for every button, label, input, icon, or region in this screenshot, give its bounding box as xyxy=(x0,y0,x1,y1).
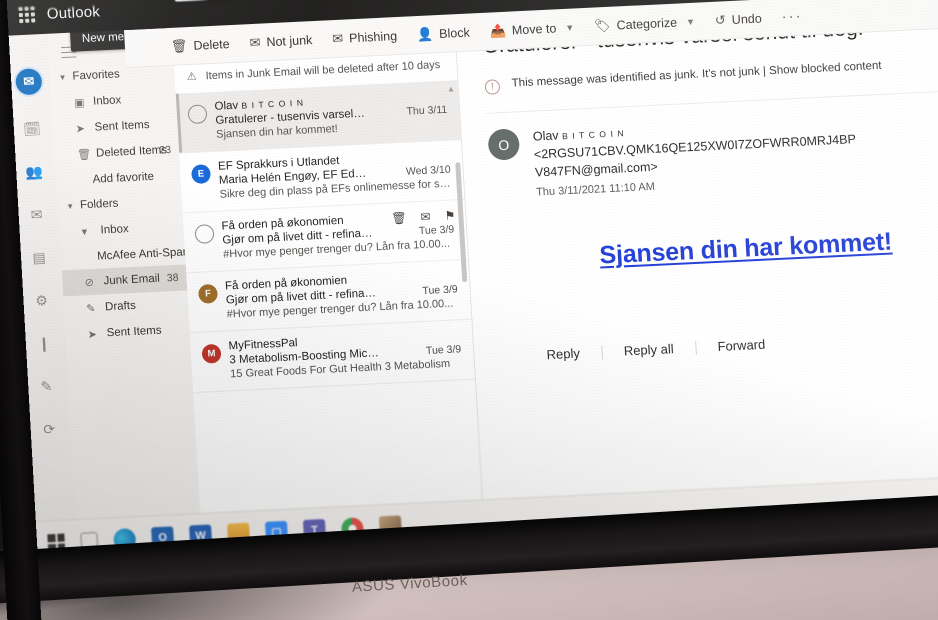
junk-icon: ⊘ xyxy=(84,276,95,289)
block-label: Block xyxy=(438,25,471,41)
move-to-icon: 📤 xyxy=(489,22,507,39)
app-launcher-icon[interactable] xyxy=(18,6,36,24)
avatar[interactable]: F xyxy=(197,283,219,304)
chevron-down-icon: ▼ xyxy=(564,22,575,33)
avatar[interactable]: E xyxy=(190,164,212,185)
junk-notice-text[interactable]: This message was identified as junk. It'… xyxy=(511,60,881,90)
sidebar-item-label: Sent Items xyxy=(106,324,162,340)
chevron-down-icon: ▼ xyxy=(65,201,75,211)
sidebar-item-label: Sent Items xyxy=(94,119,150,134)
delete-icon[interactable]: 🗑 xyxy=(391,211,407,226)
archive-icon[interactable]: ✉ xyxy=(420,210,431,224)
delete-button[interactable]: 🗑 Delete xyxy=(171,36,231,55)
message-list: Junk Email ☆ Filter ▼ ⚠ Items in Junk Em… xyxy=(171,14,486,557)
laptop-screen: Apper YouTube V Outlook xyxy=(0,0,938,565)
forward-button[interactable]: Forward xyxy=(695,336,787,355)
phishing-icon: ✉ xyxy=(331,30,344,46)
message-body: Sjansen din har kommet! xyxy=(494,223,938,276)
warning-icon: ⚠ xyxy=(186,70,198,84)
block-user-icon: 👤 xyxy=(416,25,434,42)
categorize-button[interactable]: 🏷 Categorize ▼ xyxy=(594,13,696,34)
move-to-button[interactable]: 📤 Move to ▼ xyxy=(489,19,574,39)
edit-rail-icon[interactable]: ✎ xyxy=(38,378,56,396)
sidebar-item-label: Inbox xyxy=(100,223,130,237)
tag-icon: 🏷 xyxy=(593,17,612,34)
message-date: Thu 3/11 xyxy=(406,103,448,118)
sidebar-folder-sent[interactable]: ➤ Sent Items xyxy=(65,316,190,348)
move-to-label: Move to xyxy=(511,20,557,37)
undo-icon: ↺ xyxy=(714,11,727,28)
message-date: Wed 3/10 xyxy=(405,163,452,178)
search-input[interactable]: Search xyxy=(172,0,714,2)
item-count: 23 xyxy=(159,144,172,157)
people-rail-icon[interactable]: 👥 xyxy=(25,163,43,181)
reading-pane: Gratulerer - tusenvis varsel sendt til d… xyxy=(454,0,938,544)
avatar[interactable] xyxy=(187,104,208,125)
message-date: Tue 3/9 xyxy=(422,283,459,298)
sent-icon: ➤ xyxy=(75,122,86,136)
not-junk-button[interactable]: ✉ Not junk xyxy=(249,32,313,51)
sender-suffix: B I T C O I N xyxy=(561,128,625,142)
reply-button[interactable]: Reply xyxy=(524,345,602,364)
avatar[interactable] xyxy=(194,224,215,244)
outlook-brand[interactable]: Outlook xyxy=(46,3,100,23)
folders-label: Folders xyxy=(79,197,119,212)
calendar-rail-icon[interactable]: 🗓 xyxy=(23,120,42,138)
undo-label: Undo xyxy=(731,11,763,27)
reply-all-button[interactable]: Reply all xyxy=(601,340,696,359)
apps-rail-icon[interactable]: ❙ xyxy=(35,335,53,353)
sidebar-item-label: Inbox xyxy=(92,94,122,108)
sent-icon: ➤ xyxy=(87,328,98,341)
inbox-icon: ▣ xyxy=(73,96,85,110)
drafts-icon: ✎ xyxy=(85,302,96,315)
info-icon: ! xyxy=(484,79,501,95)
sidebar-item-label: Drafts xyxy=(104,299,137,314)
sender-address[interactable]: Olav B I T C O I N <2RGSU71CBV.QMK16QE12… xyxy=(532,112,865,182)
not-junk-icon: ✉ xyxy=(249,34,261,50)
scroll-up-icon[interactable]: ▲ xyxy=(447,84,455,93)
body-link[interactable]: Sjansen din har kommet! xyxy=(599,228,893,270)
avatar[interactable]: O xyxy=(487,128,521,161)
delete-label: Delete xyxy=(193,36,230,53)
overflow-button[interactable]: ··· xyxy=(781,8,803,26)
sidebar-item-label: Junk Email xyxy=(103,272,161,288)
more-rail-icon[interactable]: ⚙ xyxy=(33,292,51,310)
sidebar-item-label: Deleted Items xyxy=(95,144,168,160)
chevron-down-icon: ▼ xyxy=(58,72,67,82)
table-row[interactable]: M MyFitnessPal 3 Metabolism-Boosting Mic… xyxy=(189,319,475,394)
phishing-button[interactable]: ✉ Phishing xyxy=(332,28,398,47)
todo-rail-icon[interactable]: ▤ xyxy=(30,249,48,267)
laptop-photo: Apper YouTube V Outlook xyxy=(0,0,938,620)
sync-rail-icon[interactable]: ⟳ xyxy=(40,421,58,439)
sidebar-item-label: McAfee Anti-Spam xyxy=(96,245,193,263)
item-count: 38 xyxy=(166,271,179,285)
trash-icon: 🗑 xyxy=(170,37,188,54)
message-date: Tue 3/9 xyxy=(418,223,455,238)
chevron-down-icon: ▼ xyxy=(685,16,696,27)
not-junk-label: Not junk xyxy=(266,32,313,49)
chevron-down-icon: ▾ xyxy=(81,225,88,238)
phishing-label: Phishing xyxy=(348,28,398,45)
favorites-label: Favorites xyxy=(72,68,121,83)
mail-rail-icon[interactable]: ✉ xyxy=(15,68,43,96)
message-date: Tue 3/9 xyxy=(425,343,462,357)
block-button[interactable]: 👤 Block xyxy=(417,24,471,43)
files-rail-icon[interactable]: ✉ xyxy=(28,206,46,224)
message-actions: Reply Reply all Forward xyxy=(500,326,938,365)
undo-button[interactable]: ↺ Undo xyxy=(714,10,762,28)
flag-icon[interactable]: ⚑ xyxy=(444,208,456,222)
categorize-label: Categorize xyxy=(616,15,678,32)
trash-icon: 🗑 xyxy=(76,148,92,161)
screen-content: Apper YouTube V Outlook xyxy=(0,0,938,565)
avatar[interactable]: M xyxy=(201,343,222,364)
sender-suffix: B I T C O I N xyxy=(241,97,305,111)
